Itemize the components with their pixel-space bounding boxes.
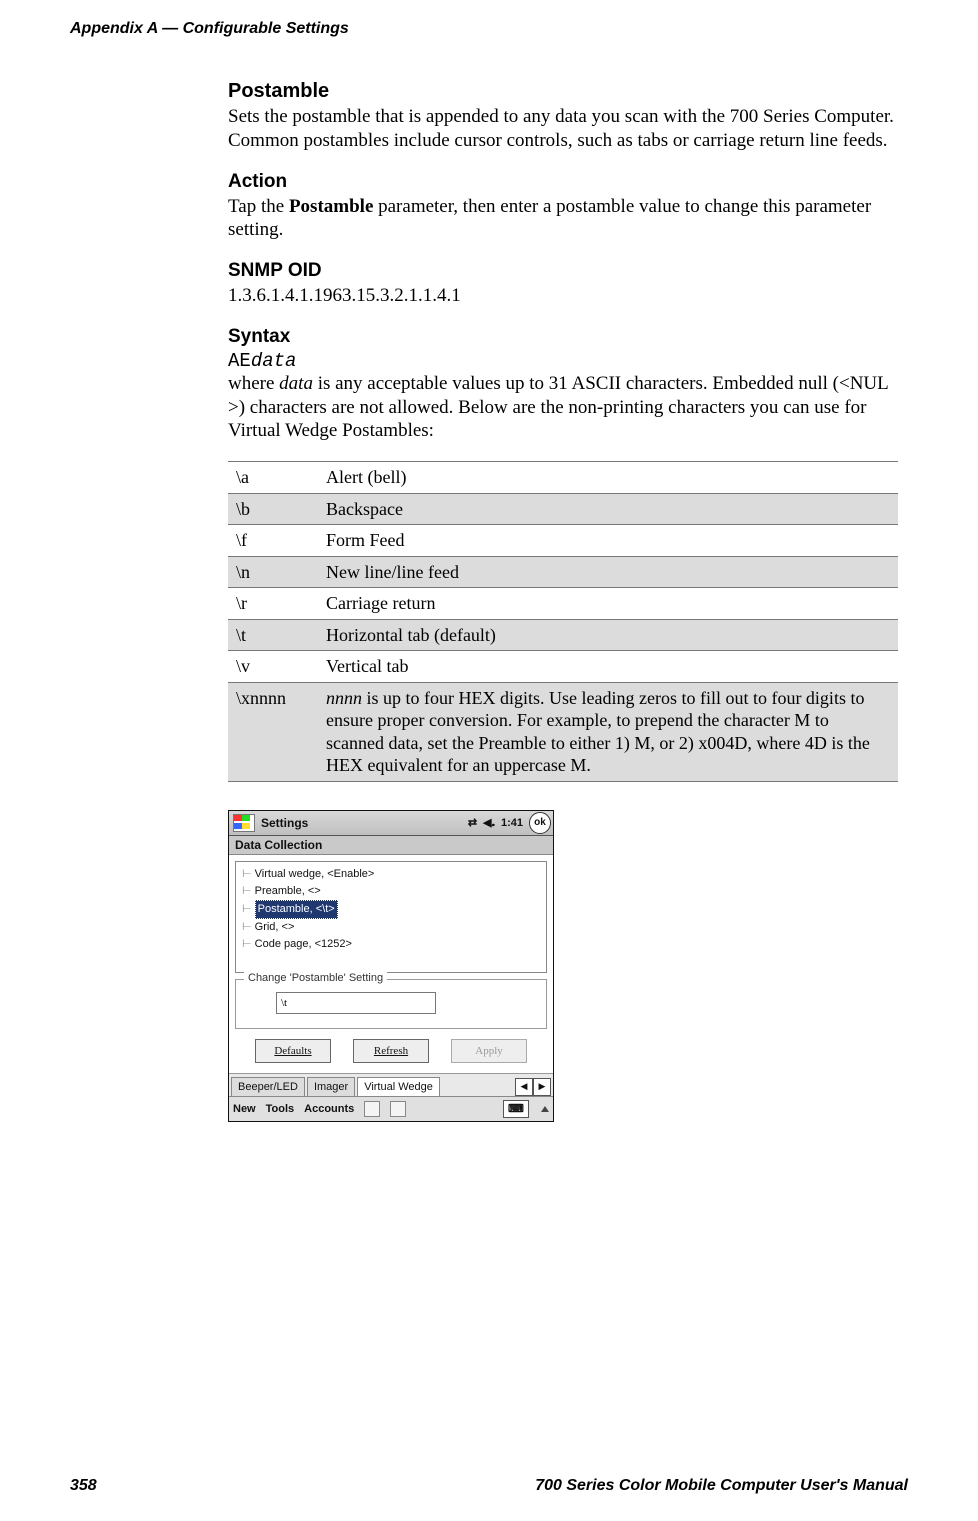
postamble-heading: Postamble [228,80,908,103]
char-code: \n [228,556,318,588]
table-row: \fForm Feed [228,525,898,557]
tree-item-label: Code page, <1252> [255,938,352,950]
up-arrow-icon[interactable] [541,1106,549,1112]
char-desc: New line/line feed [318,556,898,588]
bottom-bar: New Tools Accounts ⌨ [229,1096,553,1121]
action-before: Tap the [228,196,289,217]
syntax-heading: Syntax [228,326,908,348]
char-code: \f [228,525,318,557]
tab-scroll-right[interactable]: ▶ [533,1078,551,1096]
tab[interactable]: Virtual Wedge [357,1077,440,1096]
apply-button: Apply [451,1039,527,1063]
tab[interactable]: Beeper/LED [231,1077,305,1096]
small-icon-2[interactable] [390,1101,406,1117]
char-code: \b [228,493,318,525]
table-row: \nNew line/line feed [228,556,898,588]
postamble-body: Sets the postamble that is appended to a… [228,105,908,153]
tree-item-label: Virtual wedge, <Enable> [255,868,375,880]
tree-item-label: Grid, <> [255,921,295,933]
tab-strip: Beeper/LEDImagerVirtual Wedge ◀ ▶ [229,1073,553,1096]
clock: 1:41 [501,817,523,829]
page-footer: 358 700 Series Color Mobile Computer Use… [70,1477,908,1495]
defaults-button[interactable]: Defaults [255,1039,331,1063]
small-icon-1[interactable] [364,1101,380,1117]
syntax-prefix: AE [228,350,251,372]
table-row: \xnnnnnnnn is up to four HEX digits. Use… [228,682,898,781]
settings-tree[interactable]: ⊢ Virtual wedge, <Enable>⊢ Preamble, <>⊢… [235,861,547,973]
syntax-data: data [251,350,297,372]
syntax-mono: AEdata [228,350,908,372]
char-desc: Backspace [318,493,898,525]
snmp-value: 1.3.6.1.4.1.1963.15.3.2.1.1.4.1 [228,284,908,308]
char-table: \aAlert (bell)\bBackspace\fForm Feed\nNe… [228,461,898,782]
tree-item-label: Preamble, <> [255,885,321,897]
syntax-italic: data [279,373,313,394]
button-row: Defaults Refresh Apply [235,1039,547,1063]
char-code: \v [228,651,318,683]
char-desc: Carriage return [318,588,898,620]
syntax-body: where data is any acceptable values up t… [228,372,908,443]
postamble-input[interactable] [276,992,436,1014]
char-desc: Horizontal tab (default) [318,619,898,651]
footer-title: 700 Series Color Mobile Computer User's … [535,1477,908,1495]
page-header: Appendix A — Configurable Settings [70,20,908,38]
char-code: \xnnnn [228,682,318,781]
action-bold: Postamble [289,196,373,217]
change-setting-group: Change 'Postamble' Setting [235,979,547,1029]
tab-scroll-left[interactable]: ◀ [515,1078,533,1096]
titlebar: Settings ⇄ ◀𝅘 1:41 ok [229,811,553,836]
action-heading: Action [228,171,908,193]
tree-item[interactable]: ⊢ Grid, <> [242,919,540,936]
tree-item-label: Postamble, <\t> [255,900,338,919]
table-row: \rCarriage return [228,588,898,620]
speaker-icon[interactable]: ◀𝅘 [483,816,495,830]
start-flag-icon[interactable] [233,814,255,832]
char-desc: Vertical tab [318,651,898,683]
window-title: Settings [261,816,462,830]
char-code: \t [228,619,318,651]
ok-button[interactable]: ok [529,812,551,834]
snmp-heading: SNMP OID [228,260,908,282]
char-code: \a [228,462,318,494]
syntax-before: where [228,373,279,394]
refresh-button[interactable]: Refresh [353,1039,429,1063]
tree-item[interactable]: ⊢ Preamble, <> [242,883,540,900]
connectivity-icon[interactable]: ⇄ [468,816,477,829]
syntax-after: is any acceptable values up to 31 ASCII … [228,373,888,442]
char-desc: Alert (bell) [318,462,898,494]
table-row: \vVertical tab [228,651,898,683]
settings-window: Settings ⇄ ◀𝅘 1:41 ok Data Collection ⊢ … [228,810,554,1122]
group-label: Change 'Postamble' Setting [244,972,387,984]
main-content: Postamble Sets the postamble that is app… [228,80,908,1122]
tree-item[interactable]: ⊢ Code page, <1252> [242,936,540,953]
menu-accounts[interactable]: Accounts [304,1103,354,1115]
page-number: 358 [70,1477,97,1495]
tree-item[interactable]: ⊢ Postamble, <\t> [242,900,540,919]
section-title: Data Collection [229,836,553,855]
table-row: \aAlert (bell) [228,462,898,494]
table-row: \tHorizontal tab (default) [228,619,898,651]
page: Appendix A — Configurable Settings Posta… [0,0,978,1521]
header-text: Appendix A — Configurable Settings [70,20,349,37]
char-desc: Form Feed [318,525,898,557]
char-desc: nnnn is up to four HEX digits. Use leadi… [318,682,898,781]
tab[interactable]: Imager [307,1077,355,1096]
keyboard-button[interactable]: ⌨ [503,1100,529,1118]
menu-new[interactable]: New [233,1103,256,1115]
char-code: \r [228,588,318,620]
menu-tools[interactable]: Tools [266,1103,295,1115]
tree-item[interactable]: ⊢ Virtual wedge, <Enable> [242,866,540,883]
tab-scroll: ◀ ▶ [515,1078,551,1096]
table-row: \bBackspace [228,493,898,525]
action-body: Tap the Postamble parameter, then enter … [228,195,908,243]
char-table-body: \aAlert (bell)\bBackspace\fForm Feed\nNe… [228,462,898,782]
